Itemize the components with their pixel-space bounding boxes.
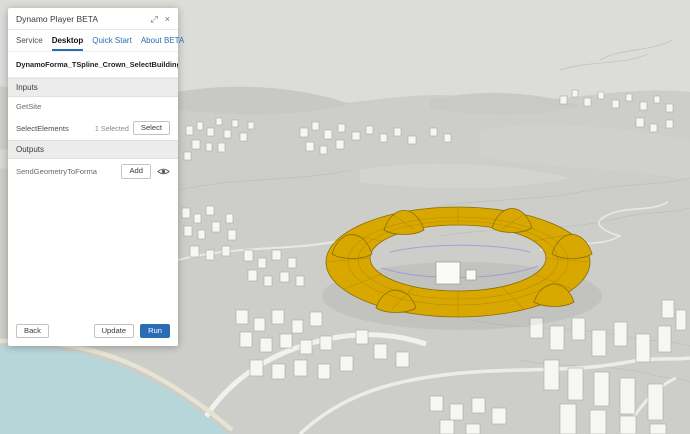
panel-title: Dynamo Player BETA [16,14,99,24]
outputs-section-header: Outputs [8,140,178,160]
panel-footer: Back Update Run [8,316,178,346]
panel-spacer [8,184,178,316]
run-button[interactable]: Run [140,323,170,338]
update-button[interactable]: Update [93,323,135,338]
send-geometry-label: SendGeometryToForma [16,167,98,177]
selection-count: 1 Selected [94,123,129,133]
visibility-icon[interactable] [157,166,170,177]
panel-titlebar: Dynamo Player BETA ⤢ × [8,8,178,30]
expand-icon[interactable]: ⤢ [151,14,158,24]
tab-desktop[interactable]: Desktop [51,36,84,51]
dynamo-player-panel: Dynamo Player BETA ⤢ × Service Desktop Q… [8,8,184,346]
output-row-send-geometry: SendGeometryToForma Add [8,159,178,183]
tab-service[interactable]: Service [16,36,43,51]
tab-quick-start[interactable]: Quick Start [92,36,132,51]
select-button[interactable]: Select [132,121,170,136]
close-icon[interactable]: × [165,14,170,24]
panel-tabs: Service Desktop Quick Start About BETA [8,30,184,52]
add-button[interactable]: Add [121,164,151,179]
select-elements-label: SelectElements [16,123,69,133]
script-name: DynamoForma_TSpline_Crown_SelectBuilding [8,52,178,78]
app-window: Dynamo Player BETA ⤢ × Service Desktop Q… [0,0,690,434]
back-button[interactable]: Back [16,323,49,338]
input-row-getsite: GetSite [8,97,178,116]
inputs-section-header: Inputs [8,78,178,97]
getsite-label: GetSite [16,102,42,111]
tab-about-beta[interactable]: About BETA [141,36,184,51]
input-row-select-elements: SelectElements 1 Selected Select [8,116,178,140]
